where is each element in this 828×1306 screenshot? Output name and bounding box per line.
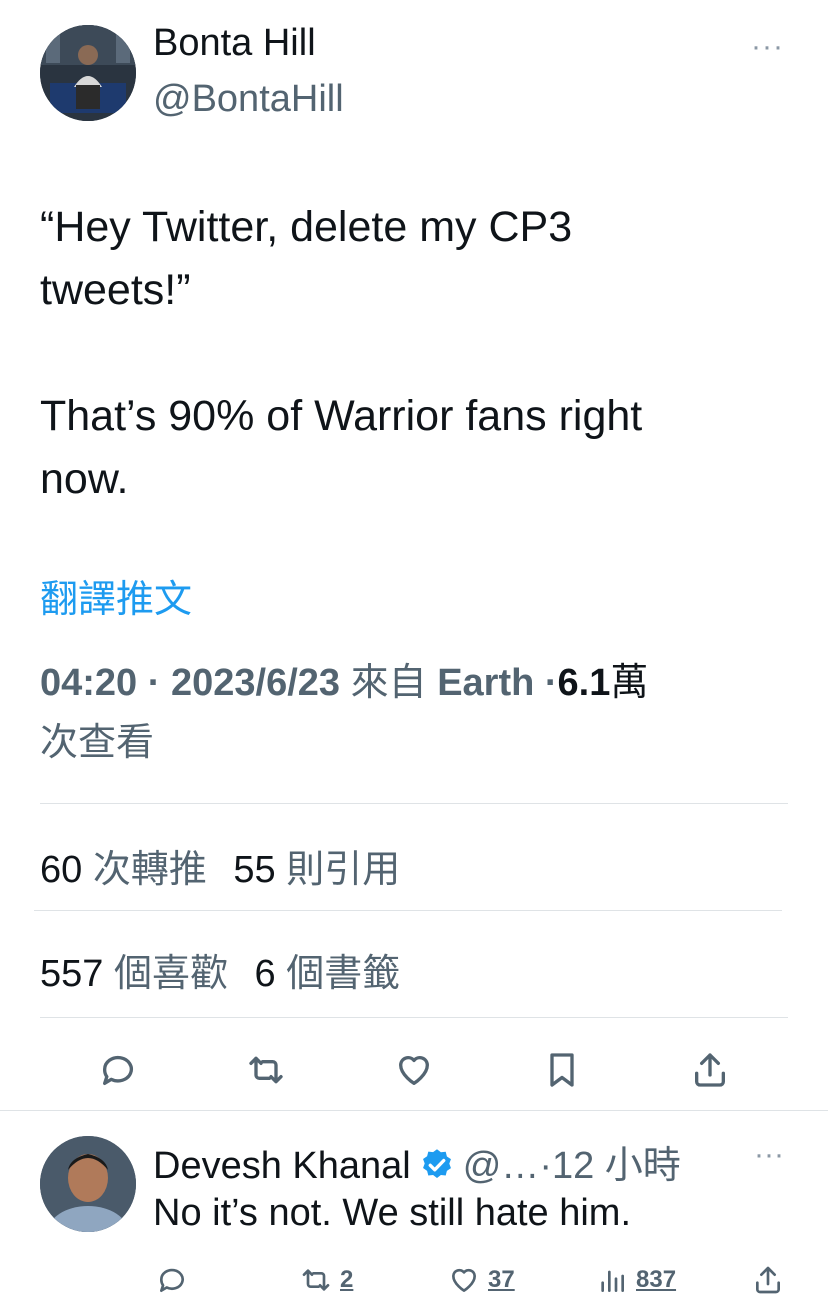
reply-text: No it’s not. We still hate him. <box>153 1192 632 1234</box>
tweet-time[interactable]: 04:20 <box>40 662 137 704</box>
divider <box>40 803 788 804</box>
retweet-quote-stats: 60 次轉推 55 則引用 <box>40 838 400 893</box>
reply-icon[interactable] <box>156 1258 196 1302</box>
reply-views-button[interactable]: 837 <box>596 1258 676 1302</box>
reply-views-count: 837 <box>636 1266 677 1293</box>
views-icon <box>601 1270 624 1292</box>
reply-author-handle[interactable]: @… <box>463 1145 540 1187</box>
quotes-label[interactable]: 則引用 <box>286 849 400 891</box>
divider <box>40 1017 788 1018</box>
share-icon[interactable] <box>680 1040 740 1100</box>
divider <box>34 910 782 911</box>
reply-action-bar: 2 37 837 <box>0 1258 828 1302</box>
retweet-icon[interactable] <box>236 1040 296 1100</box>
tweet-header: Bonta Hill @BontaHill ··· <box>0 0 828 130</box>
likes-label[interactable]: 個喜歡 <box>114 953 228 995</box>
like-icon[interactable] <box>384 1040 444 1100</box>
meta-separator: · <box>147 662 161 704</box>
reply-header: Devesh Khanal @…·12 小時 <box>153 1134 681 1189</box>
meta-separator: · <box>544 662 558 704</box>
ellipsis-icon[interactable]: ··· <box>751 30 784 64</box>
bookmarks-label[interactable]: 個書籤 <box>286 953 400 995</box>
ellipsis-icon[interactable]: ··· <box>754 1138 784 1172</box>
retweets-count[interactable]: 60 <box>40 849 82 891</box>
retweets-label[interactable]: 次轉推 <box>93 849 207 891</box>
translate-tweet-link[interactable]: 翻譯推文 <box>40 568 192 623</box>
like-icon <box>452 1268 476 1292</box>
share-icon[interactable] <box>752 1258 792 1302</box>
reply-like-button[interactable]: 37 <box>448 1258 515 1302</box>
views-label: 次查看 <box>40 722 155 764</box>
tweet-source: Earth <box>437 662 535 704</box>
reply-like-count: 37 <box>488 1266 515 1293</box>
like-bookmark-stats: 557 個喜歡 6 個書籤 <box>40 942 400 997</box>
tweet-text-line: “Hey Twitter, delete my CP3 <box>40 203 573 251</box>
author-name[interactable]: Bonta Hill <box>153 22 316 65</box>
reply-author-name[interactable]: Devesh Khanal <box>153 1145 411 1187</box>
retweet-icon <box>302 1269 330 1291</box>
views-unit: 萬 <box>610 662 649 704</box>
tweet-action-bar <box>0 1040 828 1100</box>
reply-tweet[interactable]: Devesh Khanal @…·12 小時 ··· No it’s not. W… <box>0 1112 828 1306</box>
tweet-text: “Hey Twitter, delete my CP3 tweets!” Tha… <box>40 196 800 511</box>
verified-badge-icon <box>422 1149 451 1179</box>
reply-author-avatar[interactable] <box>40 1136 136 1232</box>
tweet-text-line: That’s 90% of Warrior fans right <box>40 392 643 440</box>
reply-retweet-button[interactable]: 2 <box>300 1258 353 1302</box>
reply-icon[interactable] <box>88 1040 148 1100</box>
likes-count[interactable]: 557 <box>40 953 103 995</box>
author-handle[interactable]: @BontaHill <box>153 78 344 121</box>
author-avatar[interactable] <box>40 25 136 121</box>
reply-retweet-count: 2 <box>340 1266 354 1293</box>
reply-time[interactable]: ·12 小時 <box>539 1145 680 1187</box>
tweet-text-line: now. <box>40 455 129 503</box>
bookmark-icon[interactable] <box>532 1040 592 1100</box>
from-label: 來自 <box>350 662 427 704</box>
views-count[interactable]: 6.1 <box>558 662 611 704</box>
divider <box>0 1110 828 1111</box>
bookmarks-count[interactable]: 6 <box>255 953 276 995</box>
tweet-date[interactable]: 2023/6/23 <box>171 662 340 704</box>
quotes-count[interactable]: 55 <box>233 849 275 891</box>
tweet-meta: 04:20 · 2023/6/23 來自 Earth ·6.1萬 次查看 <box>40 653 800 773</box>
tweet-text-line: tweets!” <box>40 266 191 314</box>
